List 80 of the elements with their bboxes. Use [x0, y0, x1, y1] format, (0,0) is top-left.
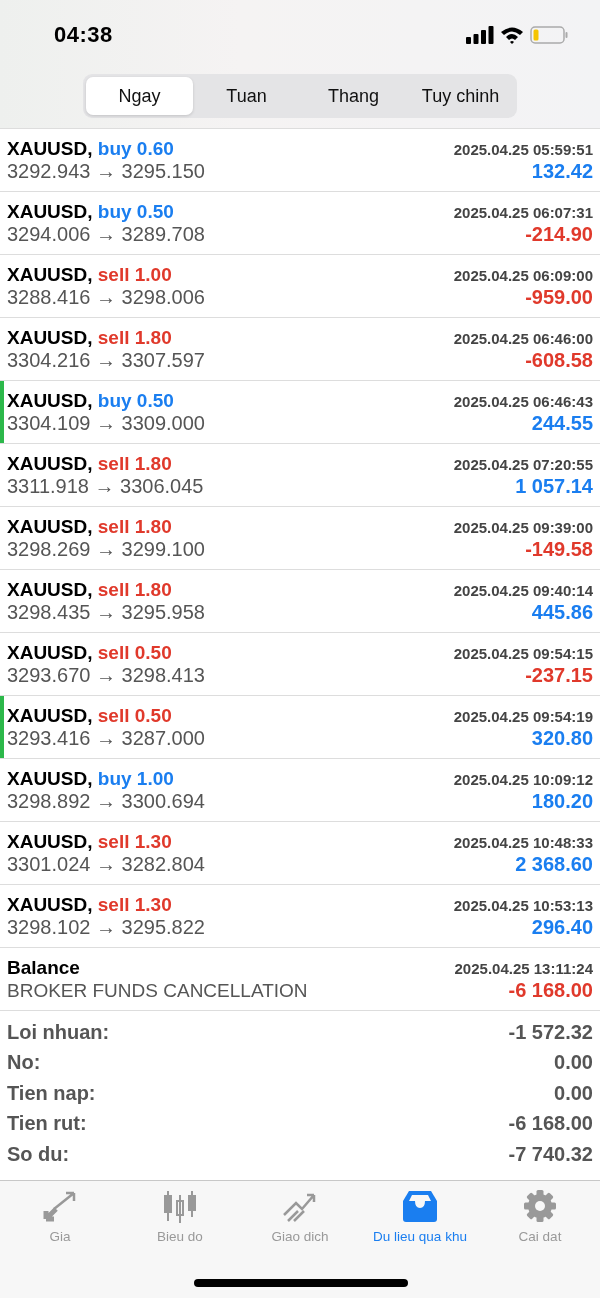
deal-profit: 1 057.14	[515, 474, 593, 498]
summary-value: 0.00	[554, 1081, 593, 1105]
deal-title: XAUUSD, sell 0.50	[7, 641, 172, 664]
deal-title: XAUUSD, sell 0.50	[7, 704, 172, 727]
summary-label: No:	[7, 1051, 41, 1075]
deal-profit: -959.00	[525, 285, 593, 309]
deal-profit: 320.80	[531, 726, 593, 750]
period-tab[interactable]: Thang	[300, 77, 407, 115]
deal-profit: 296.40	[531, 915, 593, 939]
tab-bar-item[interactable]: Giao dich	[240, 1189, 360, 1244]
summary-label: Tien nap:	[7, 1081, 96, 1105]
deal-time: 2025.04.25 06:09:00	[453, 266, 593, 284]
deal-prices: 3298.269 → 3299.100	[7, 537, 205, 561]
deal-title: XAUUSD, buy 1.00	[7, 767, 174, 790]
deal-title: XAUUSD, sell 1.80	[7, 515, 172, 538]
summary-label: Loi nhuan:	[7, 1020, 110, 1044]
deal-title: XAUUSD, sell 1.80	[7, 578, 172, 601]
balance-comment: BROKER FUNDS CANCELLATION	[7, 979, 308, 1002]
summary-label: Tien rut:	[7, 1112, 87, 1136]
period-tab[interactable]: Tuan	[193, 77, 300, 115]
deal-prices: 3294.006 → 3289.708	[7, 222, 205, 246]
deal-profit: 180.20	[531, 789, 593, 813]
deal-title: XAUUSD, buy 0.50	[7, 200, 174, 223]
period-tab[interactable]: Ngay	[86, 77, 193, 115]
deal-profit: 445.86	[531, 600, 593, 624]
deal-title: XAUUSD, sell 1.30	[7, 830, 172, 853]
deal-prices: 3298.892 → 3300.694	[7, 789, 205, 813]
tray-icon	[400, 1189, 440, 1223]
tab-bar-item[interactable]: Du lieu qua khu	[360, 1189, 480, 1244]
summary-value: -7 740.32	[508, 1142, 593, 1166]
clock: 04:38	[54, 22, 113, 48]
summary-value: 0.00	[554, 1051, 593, 1075]
deal-prices: 3293.670 → 3298.413	[7, 663, 205, 687]
tab-bar-item[interactable]: Cai dat	[480, 1189, 600, 1244]
period-tab[interactable]: Tuy chinh	[407, 77, 514, 115]
balance-amount: -6 168.00	[508, 978, 593, 1002]
deal-time: 2025.04.25 06:46:43	[453, 392, 593, 410]
deal-prices: 3301.024 → 3282.804	[7, 852, 205, 876]
deal-profit: 244.55	[531, 411, 593, 435]
balance-title: Balance	[7, 956, 80, 979]
deal-prices: 3304.216 → 3307.597	[7, 348, 205, 372]
deal-profit: -237.15	[525, 663, 593, 687]
deal-profit: -214.90	[525, 222, 593, 246]
deal-time: 2025.04.25 09:39:00	[453, 518, 593, 536]
deal-time: 2025.04.25 10:09:12	[453, 770, 593, 788]
deal-time: 2025.04.25 09:40:14	[453, 581, 593, 599]
battery-icon	[530, 26, 568, 44]
summary-label: So du:	[7, 1142, 70, 1166]
deal-time: 2025.04.25 09:54:15	[453, 644, 593, 662]
deal-prices: 3293.416 → 3287.000	[7, 726, 205, 750]
deal-title: XAUUSD, buy 0.60	[7, 137, 174, 160]
deal-prices: 3311.918 → 3306.045	[7, 474, 204, 498]
summary-value: -1 572.32	[508, 1020, 593, 1044]
signal-icon	[466, 26, 494, 44]
deal-prices: 3292.943 → 3295.150	[7, 159, 205, 183]
deal-time: 2025.04.25 05:59:51	[453, 140, 593, 158]
wifi-icon	[500, 26, 524, 44]
tab-bar-item[interactable]: Bieu do	[120, 1189, 240, 1244]
deal-time: 2025.04.25 09:54:19	[453, 707, 593, 725]
deal-profit: -149.58	[525, 537, 593, 561]
deal-time: 2025.04.25 10:48:33	[453, 833, 593, 851]
deal-time: 2025.04.25 06:46:00	[453, 329, 593, 347]
deal-title: XAUUSD, sell 1.80	[7, 326, 172, 349]
deal-title: XAUUSD, buy 0.50	[7, 389, 174, 412]
deal-prices: 3298.435 → 3295.958	[7, 600, 205, 624]
deal-title: XAUUSD, sell 1.80	[7, 452, 172, 475]
deal-prices: 3288.416 → 3298.006	[7, 285, 205, 309]
deal-time: 2025.04.25 06:07:31	[453, 203, 593, 221]
deal-time: 2025.04.25 10:53:13	[453, 896, 593, 914]
deal-time: 2025.04.25 07:20:55	[453, 455, 593, 473]
tab-bar-item[interactable]: Gia	[0, 1189, 120, 1244]
deal-title: XAUUSD, sell 1.00	[7, 263, 172, 286]
deal-prices: 3304.109 → 3309.000	[7, 411, 205, 435]
deal-profit: 2 368.60	[515, 852, 593, 876]
deal-title: XAUUSD, sell 1.30	[7, 893, 172, 916]
deal-prices: 3298.102 → 3295.822	[7, 915, 205, 939]
deal-profit: 132.42	[531, 159, 593, 183]
summary-value: -6 168.00	[508, 1112, 593, 1136]
balance-time: 2025.04.25 13:11:24	[454, 959, 593, 977]
deal-profit: -608.58	[525, 348, 593, 372]
